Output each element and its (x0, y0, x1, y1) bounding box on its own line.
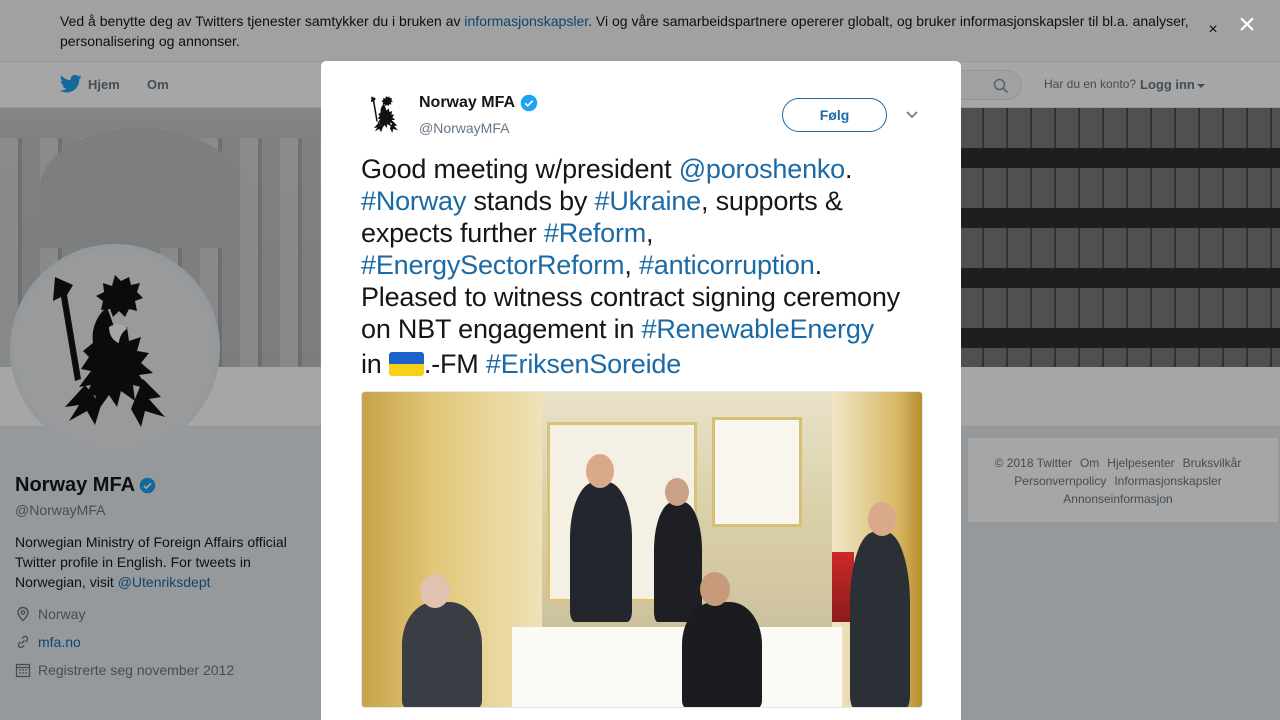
hashtag-link[interactable]: #RenewableEnergy (642, 314, 875, 344)
photo-window (712, 417, 802, 527)
tweet-text-segment: . (814, 250, 823, 280)
hashtag-link[interactable]: #anticorruption (639, 250, 815, 280)
hashtag-link[interactable]: #Reform (544, 218, 646, 248)
tweet-text-segment: . (845, 154, 853, 184)
tweet-text-segment: , (646, 218, 654, 248)
tweet-author-handle[interactable]: @NorwayMFA (419, 120, 509, 136)
photo-person (850, 532, 910, 707)
photo-person (402, 602, 482, 707)
tweet-text: Good meeting w/president @poroshenko. #N… (361, 153, 931, 380)
tweet-author-name[interactable]: Norway MFA (419, 94, 538, 112)
photo-person-head (868, 502, 896, 536)
tweet-text-segment: Pleased to witness contract signing cere… (361, 282, 900, 312)
verified-badge-icon (520, 94, 538, 112)
hashtag-link[interactable]: #Ukraine (595, 186, 702, 216)
tweet-text-segment: , (624, 250, 639, 280)
mention-link[interactable]: @poroshenko (679, 154, 846, 184)
tweet-text-segment: .-FM (423, 349, 486, 379)
hashtag-link[interactable]: #EriksenSoreide (486, 349, 681, 379)
photo-person-head (586, 454, 614, 488)
norway-lion-emblem-icon (370, 95, 399, 133)
tweet-modal: Norway MFA @NorwayMFA Følg Good meeting … (321, 61, 961, 720)
tweet-author-avatar[interactable] (365, 93, 407, 135)
tweet-text-segment: Good meeting w/president (361, 154, 679, 184)
tweet-author-name-text: Norway MFA (419, 94, 516, 111)
photo-person-head (420, 574, 450, 608)
tweet-text-segment: on NBT engagement in (361, 314, 642, 344)
photo-signing-table (512, 627, 842, 707)
tweet-photo[interactable] (361, 391, 923, 708)
tweet-text-segment: stands by (466, 186, 595, 216)
hashtag-link[interactable]: #Norway (361, 186, 466, 216)
ukraine-flag-icon (388, 352, 424, 376)
photo-person (682, 602, 762, 707)
hashtag-link[interactable]: #EnergySectorReform (361, 250, 625, 280)
modal-close-button[interactable]: × (1230, 8, 1264, 42)
photo-person (654, 502, 702, 622)
tweet-text-segment: expects further (361, 218, 544, 248)
tweet-text-segment: in (361, 349, 389, 379)
photo-person-head (665, 478, 689, 506)
tweet-text-segment: , supports & (700, 186, 843, 216)
photo-person-head (700, 572, 730, 606)
photo-person (570, 482, 632, 622)
chevron-down-icon[interactable] (904, 108, 920, 122)
follow-button[interactable]: Følg (782, 98, 887, 132)
